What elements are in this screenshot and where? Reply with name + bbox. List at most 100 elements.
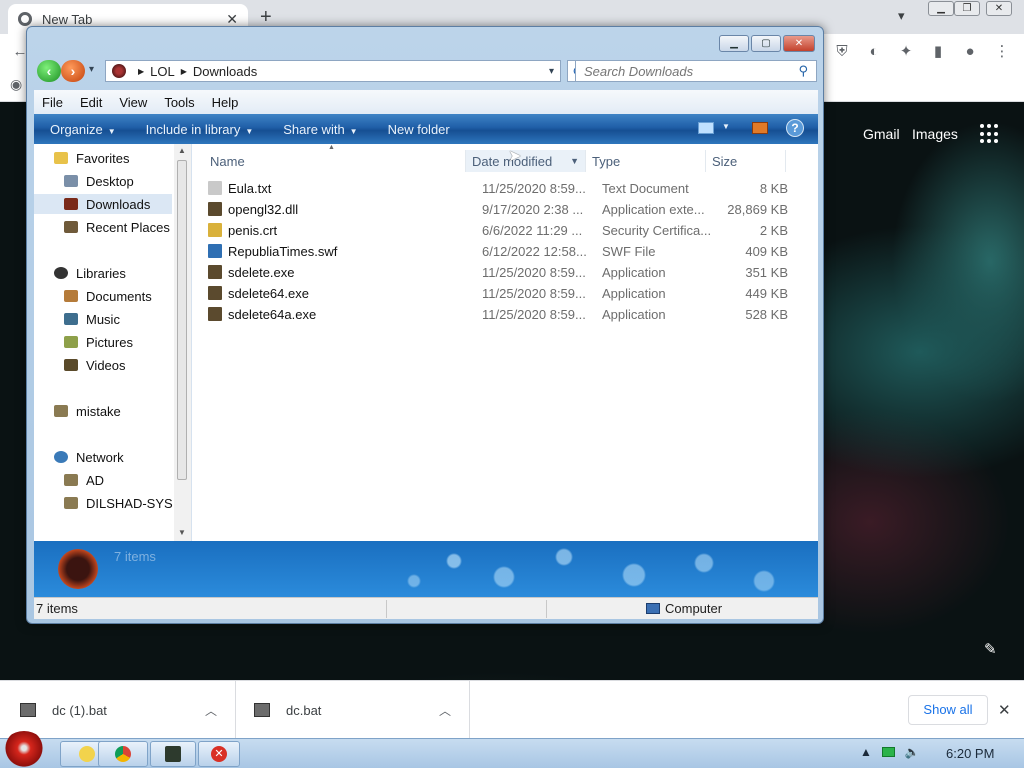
browser-restore-button[interactable]: ❐	[954, 1, 980, 16]
organize-button[interactable]: Organize ▼	[50, 122, 116, 137]
chrome-apps-icon[interactable]: ◉	[10, 76, 22, 93]
menu-edit[interactable]: Edit	[80, 95, 102, 110]
browser-menu-icon[interactable]: ⋮	[992, 42, 1012, 62]
file-row[interactable]: sdelete64.exe 11/25/2020 8:59... Applicati…	[208, 283, 808, 303]
nav-desktop[interactable]: Desktop	[64, 171, 134, 191]
file-name-cell[interactable]: sdelete64a.exe	[208, 307, 316, 322]
show-all-button[interactable]: Show all	[908, 695, 988, 725]
nav-documents[interactable]: Documents	[64, 286, 152, 306]
google-apps-icon[interactable]	[980, 124, 1000, 144]
nav-videos[interactable]: Videos	[64, 355, 126, 375]
menu-file[interactable]: File	[42, 95, 63, 110]
preview-pane-icon[interactable]	[752, 122, 768, 134]
nav-network-ad[interactable]: AD	[64, 470, 104, 490]
scroll-up-icon[interactable]: ▲	[178, 146, 186, 155]
nav-libraries-label: Libraries	[76, 265, 126, 281]
nav-music[interactable]: Music	[64, 309, 120, 329]
help-icon[interactable]: ?	[786, 119, 804, 137]
column-header-size[interactable]: Size	[706, 150, 786, 172]
view-options-chevron-icon[interactable]: ▼	[722, 122, 730, 131]
file-row[interactable]: RepubliaTimes.swf 6/12/2022 12:58... SWF F…	[208, 241, 808, 261]
file-row[interactable]: sdelete64a.exe 11/25/2020 8:59... Applicat…	[208, 304, 808, 324]
breadcrumb-lol[interactable]: LOL	[150, 64, 175, 79]
tab-close-button[interactable]: ✕	[226, 11, 238, 28]
download-item[interactable]: dc (1).bat ︿	[0, 681, 236, 739]
side-panel-icon[interactable]: ▮	[928, 42, 948, 62]
profile-avatar-icon[interactable]: ●	[960, 42, 980, 62]
column-header-type[interactable]: Type	[586, 150, 706, 172]
menu-tools[interactable]: Tools	[164, 95, 194, 110]
nav-libraries[interactable]: Libraries	[54, 263, 126, 283]
volume-icon[interactable]: 🔈	[905, 745, 920, 759]
scroll-down-icon[interactable]: ▼	[178, 528, 186, 537]
address-dropdown-icon[interactable]: ▾	[549, 66, 554, 77]
nav-downloads[interactable]: Downloads	[34, 194, 172, 214]
extensions-puzzle-icon[interactable]: ✦	[896, 42, 916, 62]
file-name-cell[interactable]: opengl32.dll	[208, 202, 298, 217]
chevron-up-icon[interactable]: ︿	[205, 702, 217, 719]
network-status-icon[interactable]	[881, 747, 895, 757]
extension-flag-icon[interactable]: ◐	[864, 42, 884, 62]
file-row[interactable]: opengl32.dll 9/17/2020 2:38 ... Applicatio…	[208, 199, 808, 219]
back-button[interactable]: ‹	[37, 60, 61, 82]
file-name-cell[interactable]: Eula.txt	[208, 181, 271, 196]
taskbar-error-app[interactable]: ✕	[198, 741, 240, 767]
search-icon[interactable]: ⚲	[798, 63, 808, 79]
scrollbar-thumb[interactable]	[177, 160, 187, 480]
nav-network-dilshad[interactable]: DILSHAD-SYS	[64, 493, 173, 513]
close-button[interactable]: ✕	[783, 35, 815, 52]
customize-pencil-icon[interactable]: ✎	[984, 640, 997, 658]
change-view-icon[interactable]	[698, 122, 714, 134]
column-filter-chevron-icon[interactable]: ▼	[570, 156, 579, 166]
include-in-library-button[interactable]: Include in library ▼	[146, 122, 254, 137]
menu-view[interactable]: View	[119, 95, 147, 110]
file-date: 9/17/2020 2:38 ...	[482, 201, 584, 217]
column-header-name-label: Name	[210, 153, 245, 169]
browser-close-button[interactable]: ✕	[986, 1, 1012, 16]
file-date: 11/25/2020 8:59...	[482, 306, 586, 322]
browser-minimize-button[interactable]: ▁	[928, 1, 954, 16]
navigation-scrollbar[interactable]: ▲ ▼	[174, 144, 191, 541]
column-header-date[interactable]: Date modified ▼	[466, 150, 586, 172]
menu-help[interactable]: Help	[212, 95, 239, 110]
search-box[interactable]: ⚲	[575, 60, 817, 82]
taskbar-app[interactable]	[150, 741, 196, 767]
taskbar-clock[interactable]: 6:20 PM	[946, 746, 994, 761]
nav-network-label: Network	[76, 449, 124, 465]
file-row[interactable]: penis.crt 6/6/2022 11:29 ... Security Cert…	[208, 220, 808, 240]
tab-search-icon[interactable]: ▾	[898, 8, 905, 24]
share-with-button[interactable]: Share with ▼	[283, 122, 357, 137]
nav-homegroup[interactable]: mistake	[54, 401, 121, 421]
download-item[interactable]: dc.bat ︿	[236, 681, 470, 739]
breadcrumb-chevron-icon[interactable]: ▶	[138, 67, 144, 76]
start-button[interactable]	[2, 731, 46, 768]
maximize-button[interactable]: ▢	[751, 35, 781, 52]
nav-recent-places[interactable]: Recent Places	[64, 217, 170, 237]
ublock-extension-icon[interactable]: ⛨	[832, 42, 852, 62]
nav-pictures[interactable]: Pictures	[64, 332, 133, 352]
forward-button[interactable]: ›	[61, 60, 85, 82]
taskbar-chrome[interactable]	[98, 741, 148, 767]
file-row[interactable]: Eula.txt 11/25/2020 8:59... Text Document 8…	[208, 178, 808, 198]
nav-favorites[interactable]: Favorites	[54, 148, 129, 168]
file-name-cell[interactable]: sdelete.exe	[208, 265, 295, 280]
recent-pages-dropdown[interactable]: ▾	[89, 64, 94, 75]
new-folder-button[interactable]: New folder	[388, 122, 450, 137]
nav-homegroup-label: mistake	[76, 403, 121, 419]
address-bar[interactable]: ▶ LOL ▶ Downloads ▾	[105, 60, 561, 82]
breadcrumb-chevron-icon[interactable]: ▶	[181, 67, 187, 76]
images-link[interactable]: Images	[912, 126, 958, 142]
nav-network[interactable]: Network	[54, 447, 124, 467]
chevron-up-icon[interactable]: ︿	[439, 702, 451, 719]
file-name-cell[interactable]: penis.crt	[208, 223, 277, 238]
column-header-name[interactable]: Name	[204, 150, 466, 172]
file-name-cell[interactable]: sdelete64.exe	[208, 286, 309, 301]
minimize-button[interactable]: ▁	[719, 35, 749, 52]
search-input[interactable]	[584, 63, 799, 79]
show-hidden-icons-icon[interactable]: ▲	[860, 745, 872, 759]
file-row[interactable]: sdelete.exe 11/25/2020 8:59... Application…	[208, 262, 808, 282]
gmail-link[interactable]: Gmail	[863, 126, 900, 142]
close-download-bar-icon[interactable]: ✕	[998, 701, 1011, 719]
file-name-cell[interactable]: RepubliaTimes.swf	[208, 244, 337, 259]
breadcrumb-downloads[interactable]: Downloads	[193, 64, 257, 79]
